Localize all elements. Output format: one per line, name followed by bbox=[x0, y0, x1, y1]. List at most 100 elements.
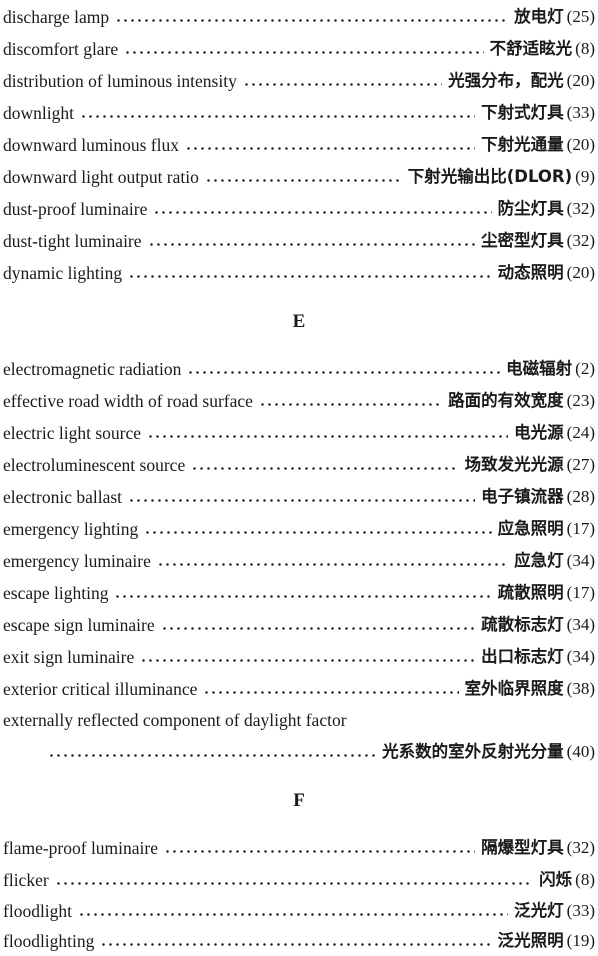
entry-page: (38) bbox=[566, 679, 595, 698]
entry-term: escape sign luminaire bbox=[3, 615, 155, 635]
entry-translation: 室外临界照度 bbox=[464, 679, 564, 698]
index-entry: downward light output ratio 下射光输出比(DLOR)… bbox=[3, 162, 595, 192]
entry-term: floodlight bbox=[3, 901, 73, 921]
dot-leader bbox=[164, 833, 476, 863]
dot-leader bbox=[147, 418, 509, 448]
index-entry: discharge lamp 放电灯 (25) bbox=[3, 2, 595, 32]
entry-term: externally reflected component of daylig… bbox=[3, 710, 347, 730]
entry-term: electromagnetic radiation bbox=[3, 359, 182, 379]
index-entry: electroluminescent source 场致发光光源 (27) bbox=[3, 450, 595, 480]
index-entry: emergency luminaire 应急灯 (34) bbox=[3, 546, 595, 576]
index-entry: floodlighting 泛光照明 (19) bbox=[3, 926, 595, 956]
dot-leader bbox=[128, 482, 476, 512]
entry-translation: 光系数的室外反射光分量 bbox=[382, 742, 564, 761]
glossary-page: discharge lamp 放电灯 (25) discomfort glare… bbox=[0, 0, 598, 955]
index-entry: dust-proof luminaire 防尘灯具 (32) bbox=[3, 194, 595, 224]
entry-translation: 电子镇流器 bbox=[481, 487, 564, 506]
section-letter-e: E bbox=[292, 311, 306, 332]
entry-page: (24) bbox=[566, 423, 595, 442]
entry-page: (25) bbox=[566, 7, 595, 26]
entry-term: dust-proof luminaire bbox=[3, 199, 148, 219]
entry-term: flicker bbox=[3, 870, 49, 890]
dot-leader bbox=[78, 896, 509, 926]
dot-leader bbox=[115, 2, 509, 32]
entry-term: electroluminescent source bbox=[3, 455, 186, 475]
entry-term: electronic ballast bbox=[3, 487, 123, 507]
entry-translation: 尘密型灯具 bbox=[481, 231, 564, 250]
index-entry: electric light source 电光源 (24) bbox=[3, 418, 595, 448]
entry-translation: 防尘灯具 bbox=[497, 199, 564, 218]
dot-leader bbox=[184, 130, 476, 160]
section-letter-f: F bbox=[293, 790, 305, 811]
dot-leader bbox=[156, 546, 509, 576]
index-entry: effective road width of road surface 路面的… bbox=[3, 386, 595, 416]
index-entry: floodlight 泛光灯 (33) bbox=[3, 896, 595, 926]
entry-term: electric light source bbox=[3, 423, 141, 443]
entry-page: (2) bbox=[575, 359, 595, 378]
entry-page: (32) bbox=[566, 231, 595, 250]
entry-page: (34) bbox=[566, 551, 595, 570]
entry-page: (8) bbox=[575, 870, 595, 889]
entry-page: (34) bbox=[566, 647, 595, 666]
entry-translation: 下射光通量 bbox=[481, 135, 564, 154]
entry-translation: 泛光照明 bbox=[497, 931, 564, 950]
entry-term: downward light output ratio bbox=[3, 167, 199, 187]
entry-translation: 光强分布，配光 bbox=[448, 71, 564, 90]
entry-term: downlight bbox=[3, 103, 74, 123]
dot-leader bbox=[204, 162, 402, 192]
entry-term: discomfort glare bbox=[3, 39, 119, 59]
index-entry: flicker 闪烁 (8) bbox=[3, 865, 595, 895]
entry-page: (20) bbox=[566, 71, 595, 90]
entry-term: exterior critical illuminance bbox=[3, 679, 198, 699]
entry-page: (17) bbox=[566, 519, 595, 538]
entry-term: escape lighting bbox=[3, 583, 109, 603]
dot-leader bbox=[242, 66, 443, 96]
dot-leader bbox=[191, 450, 459, 480]
entry-term: discharge lamp bbox=[3, 7, 110, 27]
entry-term: effective road width of road surface bbox=[3, 391, 253, 411]
entry-translation: 电磁辐射 bbox=[506, 359, 573, 378]
entry-term: emergency luminaire bbox=[3, 551, 151, 571]
entry-term: dust-tight luminaire bbox=[3, 231, 142, 251]
entry-translation: 下射式灯具 bbox=[481, 103, 564, 122]
index-entry: emergency lighting 应急照明 (17) bbox=[3, 514, 595, 544]
entry-term: dynamic lighting bbox=[3, 263, 123, 283]
entry-translation: 场致发光光源 bbox=[464, 455, 564, 474]
entry-translation: 放电灯 bbox=[514, 7, 564, 26]
dot-leader bbox=[144, 514, 492, 544]
dot-leader bbox=[79, 98, 476, 128]
entry-page: (40) bbox=[566, 742, 595, 761]
index-entry: discomfort glare 不舒适眩光 (8) bbox=[3, 34, 595, 64]
entry-translation: 疏散照明 bbox=[497, 583, 564, 602]
index-entry: escape sign luminaire 疏散标志灯 (34) bbox=[3, 610, 595, 640]
index-entry: downward luminous flux 下射光通量 (20) bbox=[3, 130, 595, 160]
entry-page: (32) bbox=[566, 199, 595, 218]
entry-page: (33) bbox=[566, 103, 595, 122]
entry-page: (20) bbox=[566, 263, 595, 282]
index-entry: escape lighting 疏散照明 (17) bbox=[3, 578, 595, 608]
dot-leader bbox=[124, 34, 484, 64]
entry-translation: 闪烁 bbox=[539, 870, 573, 889]
entry-term: distribution of luminous intensity bbox=[3, 71, 237, 91]
dot-leader bbox=[100, 926, 492, 956]
entry-page: (28) bbox=[566, 487, 595, 506]
entry-translation: 出口标志灯 bbox=[481, 647, 564, 666]
entry-translation: 疏散标志灯 bbox=[481, 615, 564, 634]
entry-translation: 应急灯 bbox=[514, 551, 564, 570]
index-entry: electronic ballast 电子镇流器 (28) bbox=[3, 482, 595, 512]
entry-term: emergency lighting bbox=[3, 519, 139, 539]
entry-translation: 不舒适眩光 bbox=[489, 39, 573, 58]
entry-term: flame-proof luminaire bbox=[3, 838, 159, 858]
entry-translation: 应急照明 bbox=[497, 519, 564, 538]
dot-leader bbox=[187, 354, 501, 384]
index-entry: exit sign luminaire 出口标志灯 (34) bbox=[3, 642, 595, 672]
entry-term: exit sign luminaire bbox=[3, 647, 135, 667]
entry-translation: 隔爆型灯具 bbox=[481, 838, 564, 857]
entry-translation: 动态照明 bbox=[497, 263, 564, 282]
dot-leader bbox=[147, 226, 476, 256]
dot-leader bbox=[54, 865, 534, 895]
entry-page: (33) bbox=[566, 901, 595, 920]
entry-page: (9) bbox=[575, 167, 595, 186]
entry-page: (34) bbox=[566, 615, 595, 634]
index-entry: dust-tight luminaire 尘密型灯具 (32) bbox=[3, 226, 595, 256]
